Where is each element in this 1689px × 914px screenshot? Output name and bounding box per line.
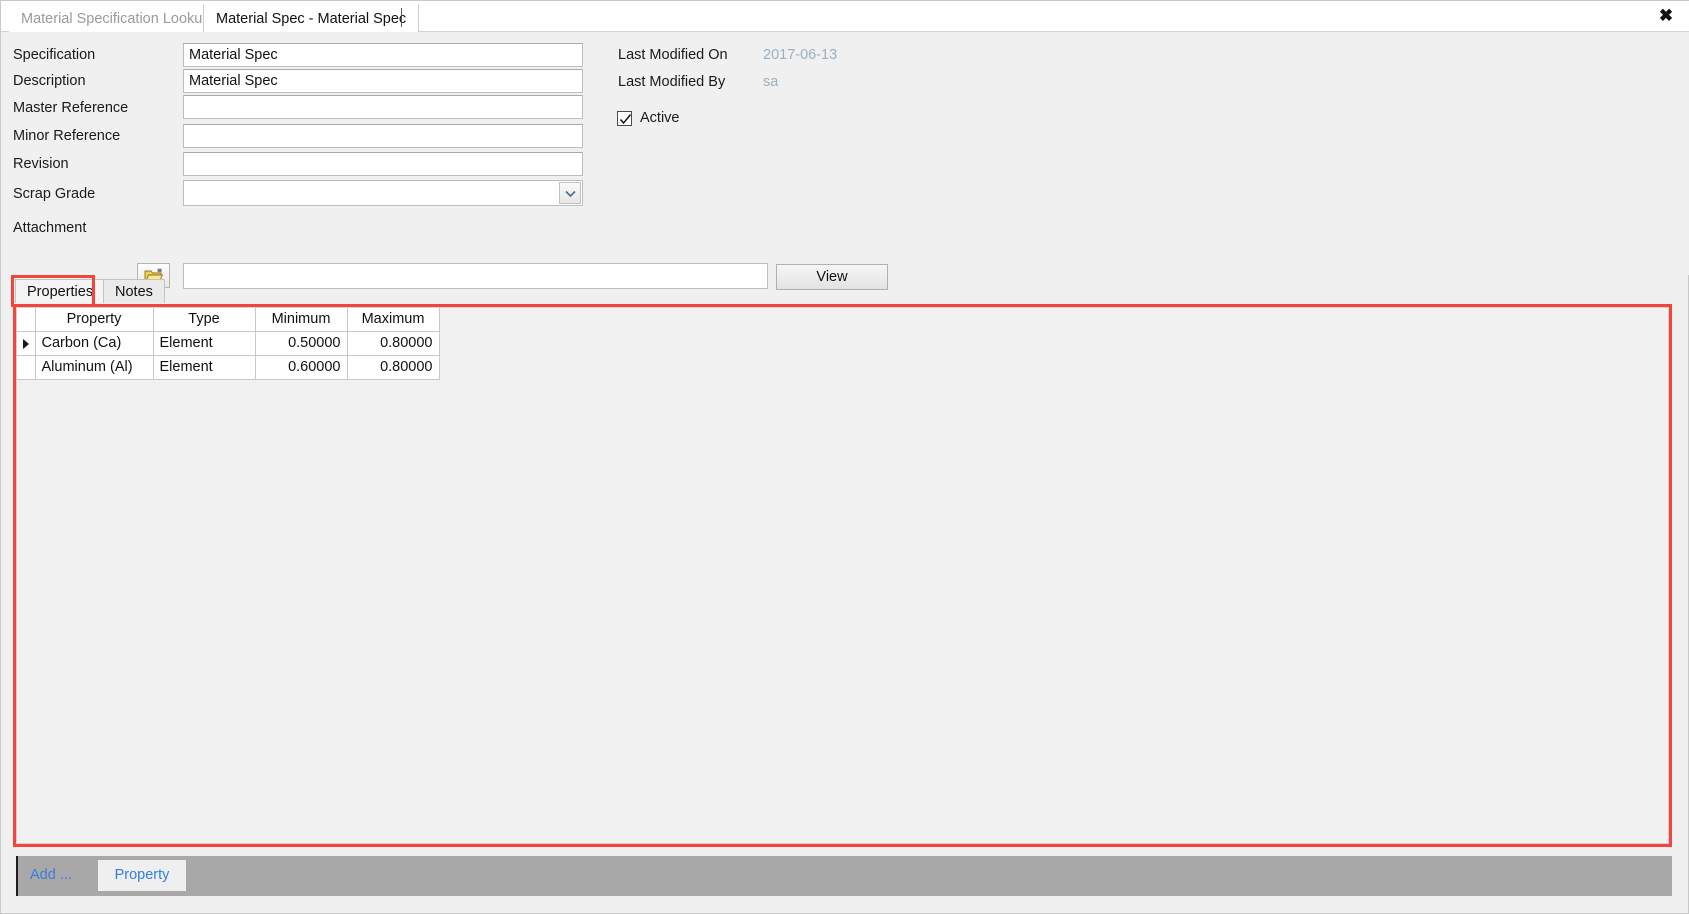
description-input[interactable]: Material Spec <box>183 69 583 93</box>
label-description: Description <box>13 73 86 89</box>
label-last-modified-by: Last Modified By <box>618 74 726 90</box>
specification-form: Specification Material Spec Description … <box>1 32 1689 290</box>
label-revision: Revision <box>13 156 69 172</box>
cell-type[interactable]: Element <box>153 331 256 356</box>
cell-maximum[interactable]: 0.80000 <box>347 331 440 356</box>
row-selector[interactable] <box>17 355 36 380</box>
row-header-corner <box>17 308 36 332</box>
row-selector-arrow-icon[interactable] <box>17 331 36 356</box>
active-checkbox[interactable]: Active <box>617 110 680 126</box>
material-spec-window: Material Specification Lookup Material S… <box>0 0 1689 914</box>
column-header-property[interactable]: Property <box>35 308 154 332</box>
cell-minimum[interactable]: 0.50000 <box>255 331 348 356</box>
minor-reference-input[interactable] <box>183 124 583 148</box>
add-property-button[interactable]: Property <box>98 860 186 891</box>
table-row[interactable]: Aluminum (Al) Element 0.60000 0.80000 <box>17 355 440 380</box>
scrap-grade-select[interactable] <box>183 180 583 206</box>
revision-input[interactable] <box>183 152 583 176</box>
close-icon[interactable]: ✖ <box>1654 4 1678 28</box>
attachment-input[interactable] <box>183 263 768 289</box>
cell-minimum[interactable]: 0.60000 <box>255 355 348 380</box>
checkmark-icon <box>617 110 632 126</box>
add-label[interactable]: Add ... <box>30 867 72 883</box>
master-reference-input[interactable] <box>183 95 583 119</box>
cell-maximum[interactable]: 0.80000 <box>347 355 440 380</box>
chevron-down-icon[interactable] <box>559 182 581 204</box>
tab-properties[interactable]: Properties <box>15 279 106 303</box>
tab-material-spec[interactable]: Material Spec - Material Spec <box>203 4 420 32</box>
tab-text-caret <box>401 8 402 27</box>
value-last-modified-on: 2017-06-13 <box>763 47 838 63</box>
bottom-toolbar: Add ... Property <box>16 856 1672 896</box>
properties-panel: Property Type Minimum Maximum Carbon (Ca… <box>16 307 1669 844</box>
label-last-modified-on: Last Modified On <box>618 47 728 63</box>
cell-type[interactable]: Element <box>153 355 256 380</box>
column-header-type[interactable]: Type <box>153 308 256 332</box>
value-last-modified-by: sa <box>763 74 779 90</box>
properties-grid[interactable]: Property Type Minimum Maximum Carbon (Ca… <box>17 308 440 380</box>
label-master-reference: Master Reference <box>13 100 129 116</box>
active-label: Active <box>640 110 680 126</box>
tab-notes[interactable]: Notes <box>103 279 165 303</box>
tab-material-specification-lookup[interactable]: Material Specification Lookup <box>9 4 223 32</box>
label-scrap-grade: Scrap Grade <box>13 186 96 202</box>
column-header-maximum[interactable]: Maximum <box>347 308 440 332</box>
grid-header-row: Property Type Minimum Maximum <box>17 308 440 332</box>
label-attachment: Attachment <box>13 220 87 236</box>
table-row[interactable]: Carbon (Ca) Element 0.50000 0.80000 <box>17 331 440 356</box>
column-header-minimum[interactable]: Minimum <box>255 308 348 332</box>
cell-property[interactable]: Aluminum (Al) <box>35 355 154 380</box>
specification-input[interactable]: Material Spec <box>183 43 583 67</box>
view-button[interactable]: View <box>776 264 888 290</box>
cell-property[interactable]: Carbon (Ca) <box>35 331 154 356</box>
label-minor-reference: Minor Reference <box>13 128 121 144</box>
window-tabstrip: Material Specification Lookup Material S… <box>1 1 1689 32</box>
label-specification: Specification <box>13 47 96 63</box>
